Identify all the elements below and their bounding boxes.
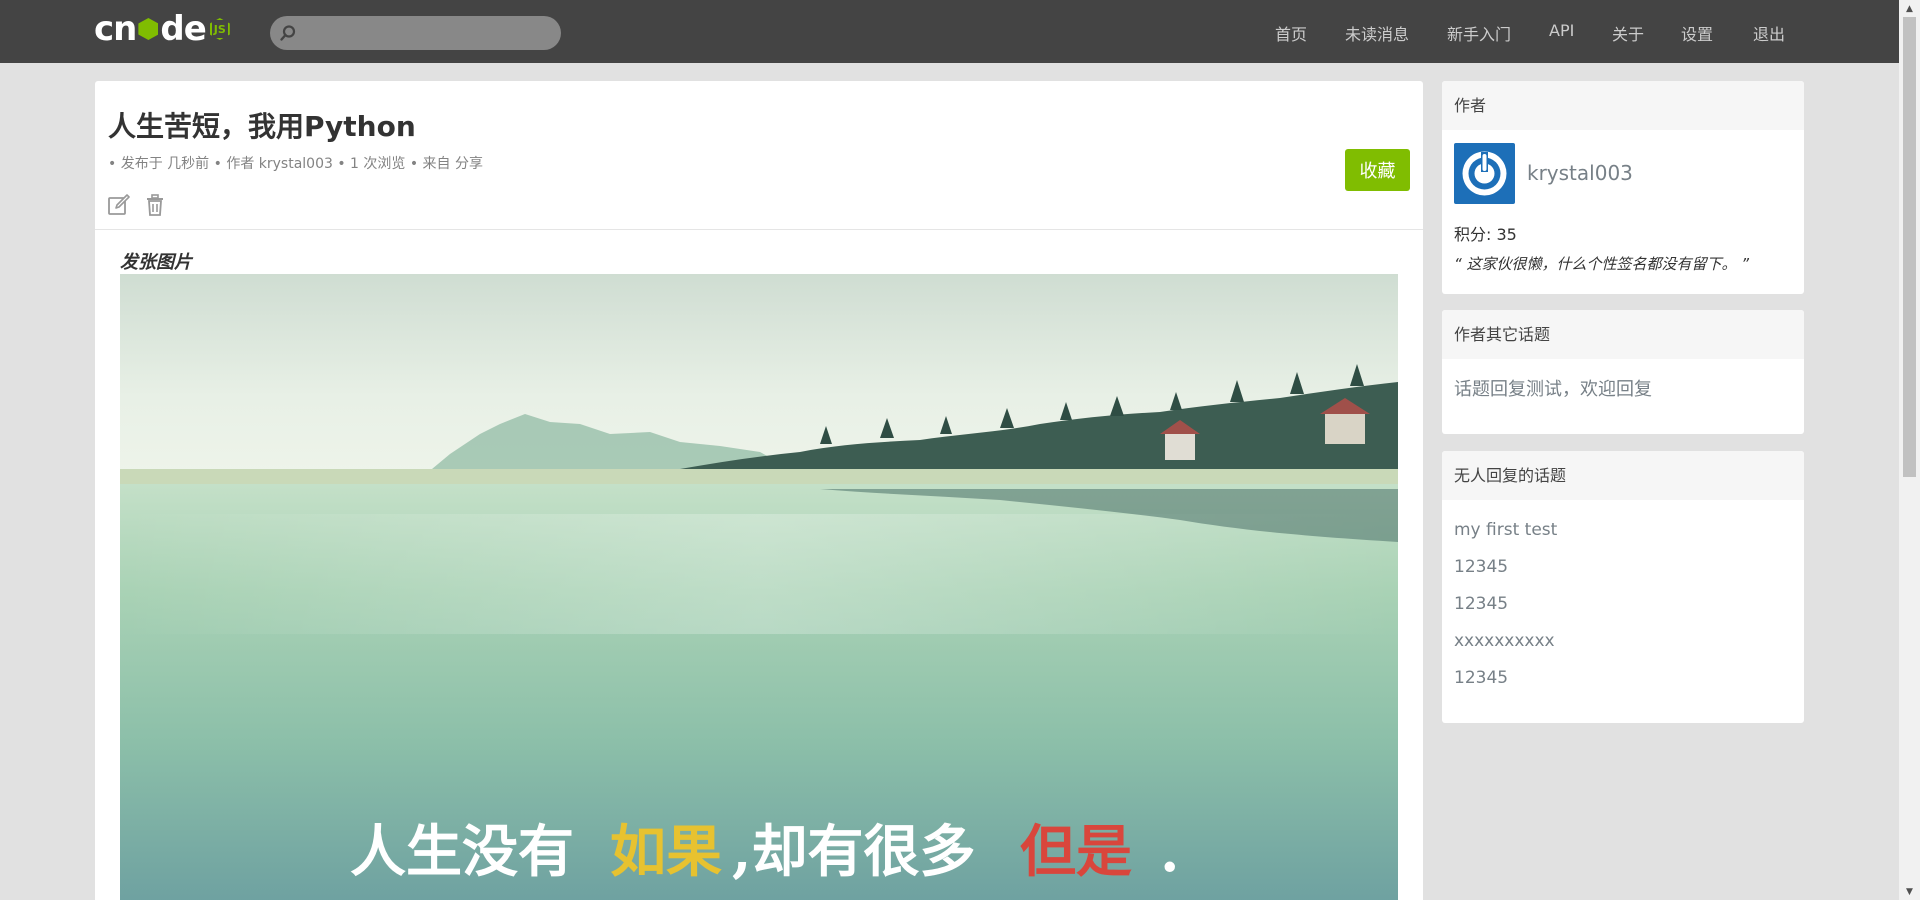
- nav-unread-messages[interactable]: 未读消息: [1345, 21, 1409, 45]
- other-topic-item[interactable]: 话题回复测试，欢迎回复: [1454, 371, 1792, 408]
- edit-icon[interactable]: [107, 193, 131, 217]
- scroll-down-arrow-icon[interactable]: ▼: [1899, 883, 1920, 900]
- topic-manage-actions: [107, 193, 167, 217]
- nav-settings[interactable]: 设置: [1681, 21, 1713, 45]
- no-reply-topic-item[interactable]: 12345: [1454, 549, 1792, 586]
- scroll-up-arrow-icon[interactable]: ▲: [1899, 0, 1920, 17]
- author-panel-header: 作者: [1442, 81, 1804, 130]
- topic-panel: 人生苦短，我用Python • 发布于 几秒前 • 作者 krystal003 …: [95, 81, 1423, 900]
- author-score: 积分: 35: [1454, 225, 1517, 244]
- trash-icon[interactable]: [143, 193, 167, 217]
- image-caption-part2: 如果: [610, 819, 722, 885]
- image-caption-part4: 但是: [1020, 819, 1132, 885]
- nav-about[interactable]: 关于: [1612, 21, 1644, 45]
- content-image: 人生没有 如果 ,却有很多 但是 .: [120, 274, 1398, 900]
- page-scrollbar[interactable]: ▲ ▼: [1899, 0, 1920, 900]
- author-panel: 作者 krystal003 积分: 35 “ 这家伙很懒，什么个性签名都没有留下…: [1442, 81, 1804, 294]
- nav-logout[interactable]: 退出: [1753, 21, 1785, 45]
- no-reply-topic-item[interactable]: xxxxxxxxxx: [1454, 623, 1792, 660]
- image-caption-part3: ,却有很多: [732, 819, 976, 885]
- no-reply-topics-panel: 无人回复的话题 my first test 12345 12345 xxxxxx…: [1442, 451, 1804, 723]
- no-reply-topic-item[interactable]: my first test: [1454, 512, 1792, 549]
- no-reply-topics-header: 无人回复的话题: [1442, 451, 1804, 500]
- navbar: c n de JS 首页 未读消息 新手入门 API 关于 设置 退出: [0, 0, 1899, 63]
- author-signature: “ 这家伙很懒，什么个性签名都没有留下。 ”: [1454, 255, 1750, 273]
- scrollbar-thumb[interactable]: [1903, 17, 1916, 477]
- no-reply-topic-item[interactable]: 12345: [1454, 586, 1792, 623]
- topic-title: 人生苦短，我用Python: [108, 110, 416, 143]
- collect-button[interactable]: 收藏: [1345, 149, 1410, 191]
- image-caption-part5: .: [1160, 819, 1180, 885]
- nav-menu: 首页 未读消息 新手入门 API 关于 设置 退出: [0, 0, 1899, 63]
- topic-meta: • 发布于 几秒前 • 作者 krystal003 • 1 次浏览 • 来自 分…: [108, 156, 484, 172]
- image-caption-part1: 人生没有: [350, 819, 574, 885]
- content-heading: 发张图片: [120, 252, 192, 273]
- nav-home[interactable]: 首页: [1275, 21, 1307, 45]
- avatar[interactable]: [1454, 143, 1515, 204]
- author-name-link[interactable]: krystal003: [1527, 161, 1633, 185]
- nav-getting-started[interactable]: 新手入门: [1447, 21, 1511, 45]
- other-topics-panel: 作者其它话题 话题回复测试，欢迎回复: [1442, 310, 1804, 434]
- nav-api[interactable]: API: [1549, 21, 1574, 40]
- topic-divider: [95, 229, 1423, 230]
- other-topics-header: 作者其它话题: [1442, 310, 1804, 359]
- no-reply-topic-item[interactable]: 12345: [1454, 660, 1792, 697]
